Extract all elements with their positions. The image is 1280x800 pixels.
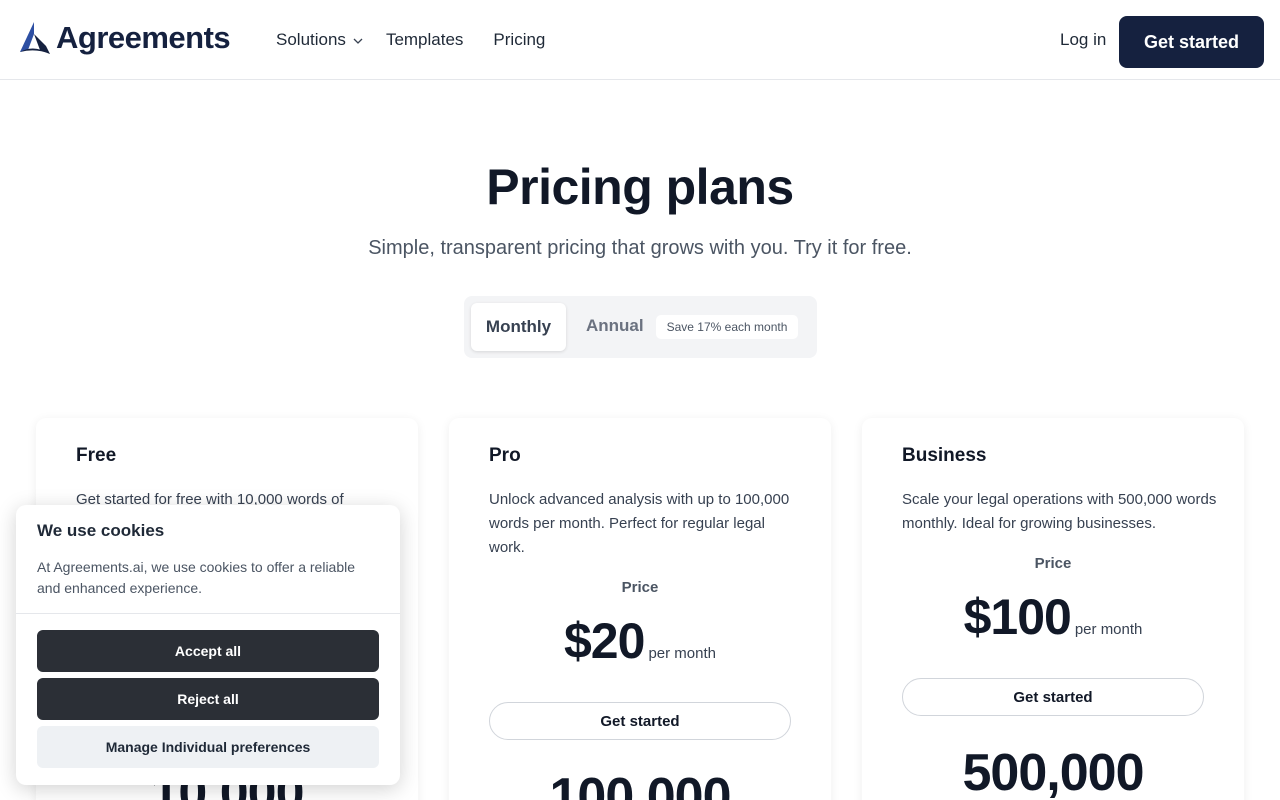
plan-description: Scale your legal operations with 500,000… [902, 491, 1217, 532]
reject-all-button[interactable]: Reject all [37, 678, 379, 720]
nav-pricing[interactable]: Pricing [493, 30, 545, 50]
cookie-text: At Agreements.ai, we use cookies to offe… [37, 559, 356, 596]
save-badge: Save 17% each month [656, 315, 798, 339]
get-started-header-button[interactable]: Get started [1119, 16, 1264, 68]
billing-toggle: Monthly Annual Save 17% each month [464, 296, 817, 358]
plan-card-pro: Pro Unlock advanced analysis with up to … [449, 418, 831, 800]
price-unit: per month [1074, 621, 1143, 638]
page-subtitle: Simple, transparent pricing that grows w… [368, 237, 912, 259]
nav-templates[interactable]: Templates [386, 30, 463, 50]
nav-templates-label: Templates [385, 30, 464, 49]
price-row: $20 per month [449, 612, 831, 670]
logo[interactable]: Agreements [16, 20, 231, 56]
price-amount: $20 [564, 613, 645, 669]
price-amount: $100 [963, 589, 1072, 645]
plan-words: 100,000 [549, 768, 732, 800]
get-started-business-button[interactable]: Get started [902, 678, 1204, 716]
toggle-annual[interactable]: Annual [586, 316, 644, 336]
plan-name: Business [902, 445, 987, 466]
price-label: Price [621, 579, 659, 596]
plan-name: Pro [489, 445, 521, 466]
manage-preferences-button[interactable]: Manage Individual preferences [37, 726, 379, 768]
cookie-title: We use cookies [37, 521, 165, 540]
accept-all-button[interactable]: Accept all [37, 630, 379, 672]
chevron-down-icon [353, 38, 363, 44]
site-header: Agreements Solutions Templates Pricing L… [0, 0, 1280, 80]
cookie-banner: We use cookies At Agreements.ai, we use … [16, 505, 400, 785]
cookie-divider [16, 613, 400, 614]
agreements-logo-icon [20, 22, 50, 54]
price-row: $100 per month [862, 588, 1244, 646]
plan-name: Free [76, 445, 117, 466]
nav-pricing-label: Pricing [493, 30, 546, 49]
plan-card-business: Business Scale your legal operations wit… [862, 418, 1244, 800]
main-nav: Solutions Templates Pricing [276, 30, 545, 50]
plan-words: 500,000 [962, 744, 1145, 800]
price-unit: per month [648, 645, 716, 662]
login-link[interactable]: Log in [1060, 30, 1106, 50]
nav-solutions-label: Solutions [276, 30, 346, 49]
toggle-monthly[interactable]: Monthly [471, 303, 566, 351]
page-title: Pricing plans [486, 159, 794, 215]
nav-solutions[interactable]: Solutions [276, 30, 364, 50]
logo-text: Agreements [56, 20, 231, 55]
plan-description: Unlock advanced analysis with up to 100,… [489, 491, 790, 556]
get-started-pro-button[interactable]: Get started [489, 702, 791, 740]
price-label: Price [1034, 555, 1072, 572]
